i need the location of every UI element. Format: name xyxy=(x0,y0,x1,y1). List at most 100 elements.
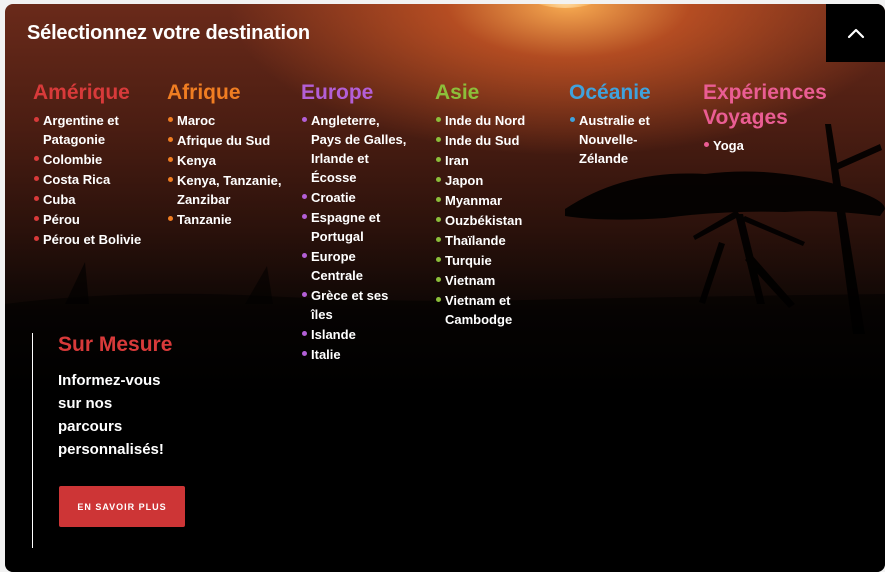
destination-item[interactable]: Inde du Sud xyxy=(435,131,560,150)
destination-item[interactable]: Tanzanie xyxy=(167,210,292,229)
region-title[interactable]: Amérique xyxy=(33,80,158,105)
destination-item[interactable]: Pérou et Bolivie xyxy=(33,230,158,249)
bullet-icon xyxy=(436,177,441,182)
page-title: Sélectionnez votre destination xyxy=(27,22,310,44)
destination-item[interactable]: Espagne et Portugal xyxy=(301,208,411,246)
destination-link[interactable]: Australie et Nouvelle-Zélande xyxy=(579,113,650,166)
destination-link[interactable]: Kenya xyxy=(177,153,216,168)
region-asie: Asie Inde du Nord Inde du Sud Iran Japon Mya… xyxy=(435,80,560,330)
bullet-icon xyxy=(436,277,441,282)
destination-item[interactable]: Argentine et Patagonie xyxy=(33,111,158,149)
bullet-icon xyxy=(436,217,441,222)
region-amerique: Amérique Argentine et Patagonie Colombie C… xyxy=(33,80,158,250)
destination-item[interactable]: Japon xyxy=(435,171,560,190)
destination-item[interactable]: Inde du Nord xyxy=(435,111,560,130)
destination-item[interactable]: Iran xyxy=(435,151,560,170)
destination-link[interactable]: Myanmar xyxy=(445,193,502,208)
bullet-icon xyxy=(34,156,39,161)
bullet-icon xyxy=(436,257,441,262)
destination-link[interactable]: Tanzanie xyxy=(177,212,232,227)
region-title[interactable]: Afrique xyxy=(167,80,292,105)
destination-item[interactable]: Thaïlande xyxy=(435,231,560,250)
destination-link[interactable]: Espagne et Portugal xyxy=(311,210,380,244)
bullet-icon xyxy=(436,137,441,142)
destination-link[interactable]: Kenya, Tanzanie, Zanzibar xyxy=(177,173,282,207)
destination-list: Argentine et Patagonie Colombie Costa Rica… xyxy=(33,111,158,249)
destination-link[interactable]: Europe Centrale xyxy=(311,249,363,283)
bullet-icon xyxy=(436,117,441,122)
destination-link[interactable]: Ouzbékistan xyxy=(445,213,522,228)
destination-item[interactable]: Ouzbékistan xyxy=(435,211,560,230)
destination-link[interactable]: Costa Rica xyxy=(43,172,110,187)
destination-item[interactable]: Croatie xyxy=(301,188,411,207)
destination-link[interactable]: Inde du Nord xyxy=(445,113,525,128)
destination-item[interactable]: Cuba xyxy=(33,190,158,209)
bullet-icon xyxy=(436,297,441,302)
region-title[interactable]: Europe xyxy=(301,80,411,105)
destination-item[interactable]: Kenya xyxy=(167,151,292,170)
bullet-icon xyxy=(302,214,307,219)
bullet-icon xyxy=(704,142,709,147)
bullet-icon xyxy=(436,157,441,162)
destination-item[interactable]: Afrique du Sud xyxy=(167,131,292,150)
region-title[interactable]: Océanie xyxy=(569,80,664,105)
destination-link[interactable]: Vietnam xyxy=(445,273,495,288)
destination-item[interactable]: Yoga xyxy=(703,136,838,155)
destination-item[interactable]: Islande xyxy=(301,325,411,344)
bullet-icon xyxy=(302,253,307,258)
chevron-up-icon xyxy=(847,28,864,39)
destination-item[interactable]: Costa Rica xyxy=(33,170,158,189)
bullet-icon xyxy=(302,292,307,297)
destination-item[interactable]: Myanmar xyxy=(435,191,560,210)
destination-item[interactable]: Australie et Nouvelle-Zélande xyxy=(569,111,664,168)
destination-link[interactable]: Croatie xyxy=(311,190,356,205)
destination-link[interactable]: Grèce et ses îles xyxy=(311,288,388,322)
destination-item[interactable]: Colombie xyxy=(33,150,158,169)
region-title[interactable]: Expériences Voyages xyxy=(703,80,838,130)
destination-list: Australie et Nouvelle-Zélande xyxy=(569,111,664,168)
destination-link[interactable]: Turquie xyxy=(445,253,492,268)
destination-link[interactable]: Islande xyxy=(311,327,356,342)
destination-item[interactable]: Vietnam et Cambodge xyxy=(435,291,560,329)
destination-link[interactable]: Japon xyxy=(445,173,483,188)
destination-list: Angleterre, Pays de Galles, Irlande et É… xyxy=(301,111,411,364)
bullet-icon xyxy=(34,117,39,122)
destination-item[interactable]: Grèce et ses îles xyxy=(301,286,411,324)
bullet-icon xyxy=(168,157,173,162)
destination-item[interactable]: Vietnam xyxy=(435,271,560,290)
destination-link[interactable]: Yoga xyxy=(713,138,744,153)
destination-link[interactable]: Cuba xyxy=(43,192,76,207)
bullet-icon xyxy=(34,176,39,181)
destination-link[interactable]: Argentine et Patagonie xyxy=(43,113,119,147)
destination-item[interactable]: Turquie xyxy=(435,251,560,270)
bullet-icon xyxy=(34,236,39,241)
region-europe: Europe Angleterre, Pays de Galles, Irlan… xyxy=(301,80,411,365)
region-title[interactable]: Asie xyxy=(435,80,560,105)
region-experiences-voyages: Expériences Voyages Yoga xyxy=(703,80,838,156)
destination-item[interactable]: Angleterre, Pays de Galles, Irlande et É… xyxy=(301,111,411,187)
bullet-icon xyxy=(436,197,441,202)
destination-link[interactable]: Thaïlande xyxy=(445,233,506,248)
destination-item[interactable]: Europe Centrale xyxy=(301,247,411,285)
destination-link[interactable]: Afrique du Sud xyxy=(177,133,270,148)
destination-link[interactable]: Inde du Sud xyxy=(445,133,519,148)
destination-item[interactable]: Italie xyxy=(301,345,411,364)
destination-item[interactable]: Maroc xyxy=(167,111,292,130)
destination-link[interactable]: Vietnam et Cambodge xyxy=(445,293,512,327)
bullet-icon xyxy=(302,117,307,122)
collapse-button[interactable] xyxy=(826,4,885,62)
destination-link[interactable]: Italie xyxy=(311,347,341,362)
destination-link[interactable]: Angleterre, Pays de Galles, Irlande et É… xyxy=(311,113,406,185)
bullet-icon xyxy=(302,331,307,336)
destination-item[interactable]: Kenya, Tanzanie, Zanzibar xyxy=(167,171,292,209)
en-savoir-plus-button[interactable]: EN SAVOIR PLUS xyxy=(59,486,185,527)
destination-link[interactable]: Pérou xyxy=(43,212,80,227)
destination-link[interactable]: Maroc xyxy=(177,113,215,128)
destination-panel: Sélectionnez votre destination Amérique … xyxy=(5,4,885,572)
destination-link[interactable]: Iran xyxy=(445,153,469,168)
destination-item[interactable]: Pérou xyxy=(33,210,158,229)
destination-list: Inde du Nord Inde du Sud Iran Japon Myanmar O… xyxy=(435,111,560,329)
destination-link[interactable]: Colombie xyxy=(43,152,102,167)
region-oceanie: Océanie Australie et Nouvelle-Zélande xyxy=(569,80,664,169)
destination-link[interactable]: Pérou et Bolivie xyxy=(43,232,141,247)
